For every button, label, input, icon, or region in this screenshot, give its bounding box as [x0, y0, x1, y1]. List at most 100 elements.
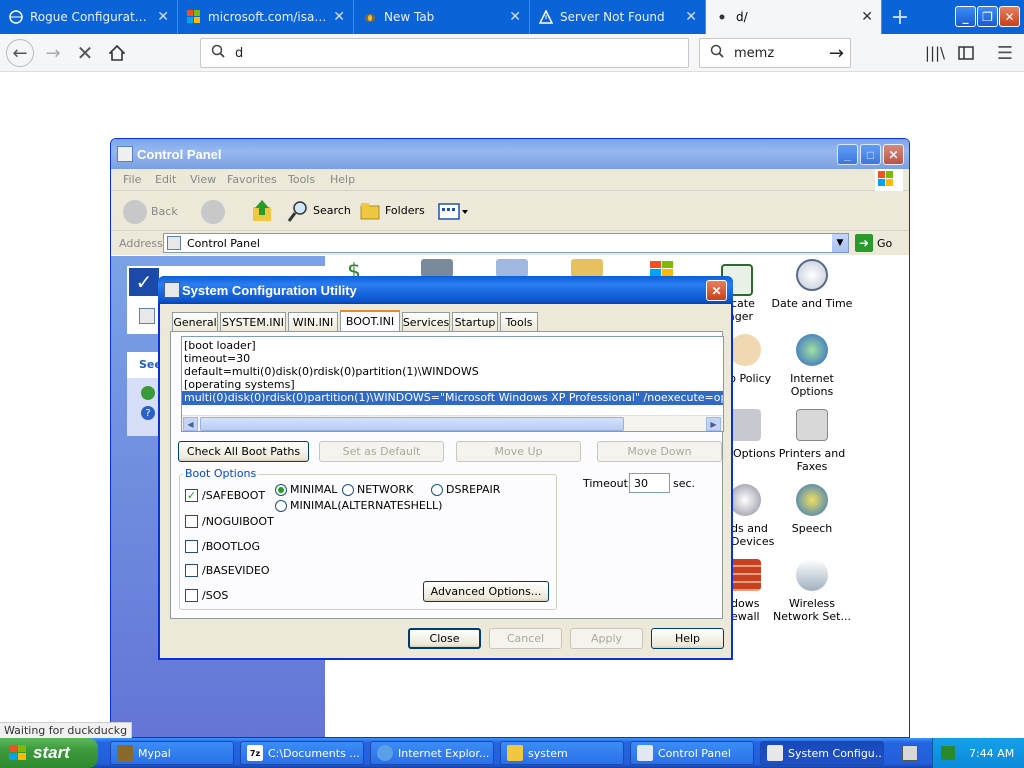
up-folder-icon[interactable] [251, 199, 273, 223]
close-tab-icon[interactable]: ✕ [509, 9, 521, 25]
forward-arrow-icon[interactable]: → [40, 40, 66, 66]
maximize-button[interactable]: ❐ [977, 6, 998, 27]
control-panel-titlebar[interactable]: Control Panel _ □ ✕ [111, 139, 909, 169]
checkbox-checked-icon[interactable]: ✓ [185, 489, 198, 502]
timeout-input[interactable]: 30 [629, 473, 670, 493]
close-tab-icon[interactable]: ✕ [333, 9, 345, 25]
close-tab-icon[interactable]: ✕ [157, 9, 169, 25]
taskbar-item-msconfig[interactable]: System Configu... [760, 741, 884, 765]
windows-update-icon[interactable] [141, 386, 155, 400]
tab-d[interactable]: d/ ✕ [706, 0, 882, 34]
automatic-updates-icon[interactable] [496, 259, 528, 277]
close-button[interactable]: ✕ [706, 280, 727, 301]
tab-microsoft[interactable]: microsoft.com/isapi/redi ✕ [178, 0, 354, 34]
tab-tools[interactable]: Tools [500, 312, 538, 331]
back-arrow-icon[interactable]: ← [6, 39, 34, 67]
dropdown-arrow-icon[interactable]: ▼ [832, 234, 848, 252]
go-arrow-icon[interactable]: → [829, 43, 844, 64]
tab-system-ini[interactable]: SYSTEM.INI [220, 312, 286, 331]
menu-file[interactable]: File [123, 173, 141, 186]
msconfig-titlebar[interactable]: System Configuration Utility ✕ [158, 276, 733, 304]
boot-line-selected[interactable]: multi(0)disk(0)rdisk(0)partition(1)\WIND… [182, 391, 723, 405]
sidebar-icon[interactable] [953, 40, 979, 66]
clock-icon[interactable] [796, 259, 828, 291]
boot-ini-listbox[interactable]: [boot loader] timeout=30 default=multi(0… [181, 336, 724, 432]
help-button[interactable]: Help [651, 628, 724, 649]
search-icon[interactable] [287, 199, 309, 223]
checkbox-icon[interactable] [185, 515, 198, 528]
tab-startup[interactable]: Startup [452, 312, 498, 331]
library-icon[interactable]: |||\ [922, 40, 948, 66]
menu-icon[interactable]: ☰ [992, 40, 1018, 66]
checkbox-icon[interactable] [185, 564, 198, 577]
network-radio[interactable]: NETWORK [342, 483, 413, 496]
address-field[interactable]: Control Panel ▼ [163, 233, 849, 253]
folders-icon[interactable] [359, 201, 381, 221]
back-label[interactable]: Back [151, 205, 178, 218]
start-button[interactable]: start [0, 738, 98, 768]
check-all-boot-paths-button[interactable]: Check All Boot Paths [178, 441, 309, 462]
scroll-left-icon[interactable]: ◀ [183, 417, 198, 431]
views-icon[interactable] [437, 201, 469, 221]
checkbox-icon[interactable] [185, 589, 198, 602]
home-icon[interactable] [104, 40, 130, 66]
help-icon[interactable]: ? [141, 406, 155, 420]
tab-server-not-found[interactable]: Server Not Found ✕ [530, 0, 706, 34]
close-button[interactable]: ✕ [883, 144, 904, 165]
radio-icon[interactable] [431, 483, 443, 496]
icon-label-printers[interactable]: Printers and Faxes [767, 447, 857, 473]
switch-view-icon[interactable] [139, 308, 155, 324]
sos-option[interactable]: /SOS [185, 589, 228, 602]
admin-tools-icon[interactable] [421, 259, 453, 277]
speech-icon[interactable] [796, 484, 828, 516]
maximize-button[interactable]: □ [860, 144, 881, 165]
tab-rogue-configurator[interactable]: Rogue Configurator | Ea ✕ [0, 0, 178, 34]
go-arrow-icon[interactable]: ➜ [855, 234, 873, 252]
back-icon[interactable] [123, 200, 147, 224]
tab-services[interactable]: Services [402, 312, 450, 331]
tab-new-tab[interactable]: New Tab ✕ [354, 0, 530, 34]
search-label[interactable]: Search [313, 204, 351, 217]
set-as-default-button[interactable]: Set as Default [319, 441, 444, 462]
move-up-button[interactable]: Move Up [456, 441, 581, 462]
folder-options-icon[interactable] [571, 259, 603, 277]
taskbar-item-ie[interactable]: Internet Explor... [370, 741, 494, 765]
person-icon[interactable] [729, 334, 761, 366]
minimize-button[interactable]: _ [955, 6, 976, 27]
tab-general[interactable]: General [172, 312, 218, 331]
radio-icon[interactable] [342, 483, 354, 496]
radio-selected-icon[interactable] [275, 483, 287, 496]
forward-icon[interactable] [201, 200, 225, 224]
url-bar[interactable]: d [200, 38, 689, 68]
advanced-options-button[interactable]: Advanced Options... [423, 581, 549, 602]
firewall-icon[interactable] [729, 559, 761, 591]
menu-help[interactable]: Help [330, 173, 355, 186]
search-box[interactable]: memz → [699, 38, 851, 68]
menu-view[interactable]: View [190, 173, 216, 186]
taskbar-item-control-panel[interactable]: Control Panel [630, 741, 754, 765]
windows-logo-icon[interactable] [646, 259, 678, 277]
taskbar-item-system[interactable]: system [500, 741, 624, 765]
keyboard-icon[interactable] [902, 745, 918, 761]
radio-icon[interactable] [275, 499, 287, 512]
menu-tools[interactable]: Tools [288, 173, 315, 186]
icon-label-speech[interactable]: Speech [767, 522, 857, 535]
network-icon[interactable] [941, 746, 955, 760]
checkbox-icon[interactable] [185, 540, 198, 553]
folders-label[interactable]: Folders [385, 204, 425, 217]
safeboot-option[interactable]: ✓ /SAFEBOOT [185, 489, 265, 502]
cancel-button[interactable]: Cancel [489, 628, 562, 649]
horizontal-scrollbar[interactable]: ◀ ▶ [182, 415, 723, 431]
icon-label-internet-options[interactable]: Internet Options [767, 372, 857, 398]
scroll-thumb[interactable] [200, 417, 624, 431]
close-window-button[interactable]: ✕ [999, 6, 1020, 27]
close-tab-icon[interactable]: ✕ [861, 9, 873, 25]
minimal-radio[interactable]: MINIMAL [275, 483, 337, 496]
tab-boot-ini[interactable]: BOOT.INI [340, 310, 400, 331]
close-dialog-button[interactable]: Close [408, 628, 481, 649]
minimize-button[interactable]: _ [837, 144, 858, 165]
basevideo-option[interactable]: /BASEVIDEO [185, 564, 270, 577]
stop-icon[interactable]: ✕ [72, 40, 98, 66]
go-label[interactable]: Go [877, 237, 892, 250]
move-down-button[interactable]: Move Down [597, 441, 722, 462]
